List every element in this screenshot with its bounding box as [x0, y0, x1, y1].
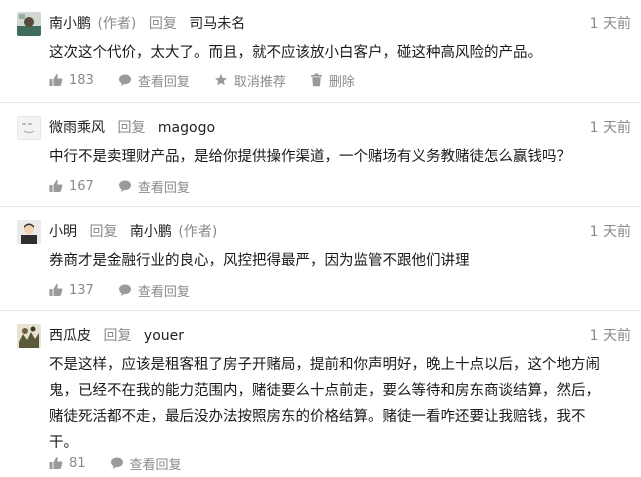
reply-target-name[interactable]: 司马未名 — [189, 16, 245, 32]
comment-text: 中行不是卖理财产品，是给你提供操作渠道，一个赌场有义务教赌徒怎么赢钱吗？ — [49, 149, 571, 165]
like-button[interactable]: 167 — [49, 179, 94, 194]
comment-item: 小明 回复 南小鹏 (作者) 1 天前 券商才是金融行业的良心，风控把得最严，因… — [0, 207, 641, 311]
comment-header: 微雨乘风 回复 magogo 1 天前 — [49, 116, 631, 140]
author-name[interactable]: 南小鹏 — [49, 16, 91, 32]
thumbs-up-icon — [49, 74, 63, 86]
author-name[interactable]: 西瓜皮 — [49, 328, 91, 344]
like-button[interactable]: 81 — [49, 456, 86, 471]
speech-bubble-icon — [118, 74, 131, 86]
reply-target-name[interactable]: magogo — [158, 120, 215, 136]
unrecommend-label: 取消推荐 — [233, 74, 286, 90]
author-name[interactable]: 小明 — [49, 224, 77, 240]
reply-target-name[interactable]: youer — [144, 328, 184, 344]
thumbs-up-icon — [49, 284, 63, 296]
author-name[interactable]: 微雨乘风 — [49, 120, 105, 136]
comment-header: 小明 回复 南小鹏 (作者) 1 天前 — [49, 220, 631, 244]
comment-actions: 183 查看回复 取消推荐 删除 — [49, 70, 379, 90]
timestamp: 1 天前 — [589, 16, 631, 32]
comment-header: 西瓜皮 回复 youer 1 天前 — [49, 324, 631, 348]
comment-text: 券商才是金融行业的良心，风控把得最严，因为监管不跟他们讲理 — [49, 253, 470, 269]
reply-word: 回复 — [148, 16, 177, 32]
timestamp: 1 天前 — [589, 328, 631, 344]
comment-item: 微雨乘风 回复 magogo 1 天前 中行不是卖理财产品，是给你提供操作渠道，… — [0, 103, 641, 207]
thumbs-up-icon — [49, 180, 63, 192]
like-count: 167 — [69, 178, 94, 194]
like-count: 137 — [69, 282, 94, 298]
view-replies-label: 查看回复 — [137, 74, 190, 90]
reply-target-name[interactable]: 南小鹏 — [130, 224, 172, 240]
reply-word: 回复 — [117, 120, 146, 136]
speech-bubble-icon — [118, 180, 131, 192]
unrecommend-button[interactable]: 取消推荐 — [214, 71, 286, 90]
delete-button[interactable]: 删除 — [310, 71, 355, 90]
avatar[interactable] — [17, 220, 41, 244]
comment-text: 这次这个代价，太大了。而且，就不应该放小白客户，碰这种高风险的产品。 — [49, 45, 542, 61]
star-icon — [214, 74, 227, 86]
view-replies-button[interactable]: 查看回复 — [110, 454, 182, 473]
avatar[interactable] — [17, 12, 41, 36]
reply-word: 回复 — [89, 224, 118, 240]
comment-header: 南小鹏 (作者) 回复 司马未名 1 天前 — [49, 12, 631, 36]
reply-target-tag: (作者) — [178, 224, 218, 240]
speech-bubble-icon — [118, 284, 131, 296]
comment-actions: 167 查看回复 — [49, 176, 214, 196]
delete-label: 删除 — [328, 74, 355, 90]
author-tag: (作者) — [97, 16, 137, 32]
like-count: 183 — [69, 72, 94, 88]
view-replies-button[interactable]: 查看回复 — [118, 177, 190, 196]
timestamp: 1 天前 — [589, 224, 631, 240]
view-replies-label: 查看回复 — [129, 457, 182, 473]
speech-bubble-icon — [110, 457, 123, 469]
reply-word: 回复 — [103, 328, 132, 344]
avatar[interactable] — [17, 116, 41, 140]
view-replies-label: 查看回复 — [137, 180, 190, 196]
comment-actions: 137 查看回复 — [49, 280, 214, 300]
comment-text: 不是这样，应该是租客租了房子开赌局，提前和你声明好，晚上十点以后，这个地方闹鬼，… — [49, 357, 600, 451]
timestamp: 1 天前 — [589, 120, 631, 136]
avatar[interactable] — [17, 324, 41, 348]
view-replies-label: 查看回复 — [137, 284, 190, 300]
trash-icon — [310, 73, 322, 87]
comment-actions: 81 查看回复 — [49, 453, 206, 473]
like-button[interactable]: 183 — [49, 73, 94, 88]
view-replies-button[interactable]: 查看回复 — [118, 281, 190, 300]
comment-item: 南小鹏 (作者) 回复 司马未名 1 天前 这次这个代价，太大了。而且，就不应该… — [0, 0, 641, 103]
thumbs-up-icon — [49, 457, 63, 469]
like-button[interactable]: 137 — [49, 283, 94, 298]
view-replies-button[interactable]: 查看回复 — [118, 71, 190, 90]
like-count: 81 — [69, 455, 86, 471]
comment-item: 西瓜皮 回复 youer 1 天前 不是这样，应该是租客租了房子开赌局，提前和你… — [0, 311, 641, 477]
